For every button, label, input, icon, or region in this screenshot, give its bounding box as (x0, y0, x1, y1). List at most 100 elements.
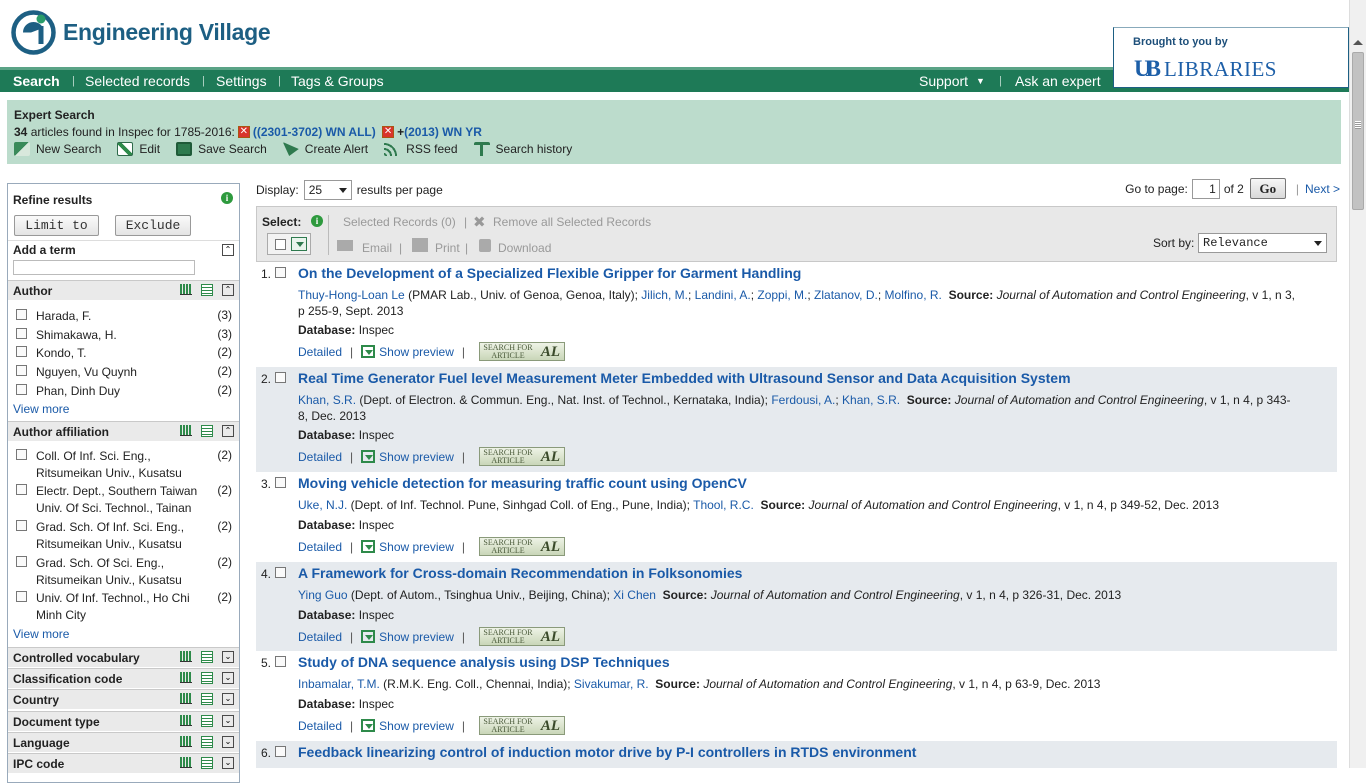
result-author[interactable]: Khan, S.R. (842, 393, 900, 407)
detailed-link[interactable]: Detailed (298, 630, 342, 644)
chart-icon[interactable] (180, 672, 192, 683)
chevron-down-icon[interactable] (291, 237, 307, 251)
result-checkbox[interactable] (275, 656, 286, 667)
export-table-icon[interactable] (201, 715, 213, 727)
view-more-affiliations-link[interactable]: View more (13, 627, 69, 641)
checkbox[interactable] (16, 484, 27, 495)
checkbox[interactable] (16, 449, 27, 460)
result-checkbox[interactable] (275, 267, 286, 278)
export-table-icon[interactable] (201, 693, 213, 705)
collapse-icon[interactable]: ⌃ (222, 425, 234, 437)
detailed-link[interactable]: Detailed (298, 450, 342, 464)
chart-icon[interactable] (180, 693, 192, 704)
result-author[interactable]: Ying Guo (298, 588, 348, 602)
go-button[interactable]: Go (1249, 178, 1286, 199)
result-author[interactable]: Uke, N.J. (298, 498, 347, 512)
collapse-icon[interactable]: ⌃ (222, 284, 234, 296)
email-link[interactable]: Email (362, 241, 392, 255)
expand-icon[interactable]: ⌄ (222, 736, 234, 748)
download-link[interactable]: Download (498, 241, 551, 255)
collapse-icon[interactable]: ⌃ (222, 244, 234, 256)
add-term-input[interactable] (13, 260, 195, 275)
result-author[interactable]: Thuy-Hong-Loan Le (298, 288, 405, 302)
nav-support[interactable]: Support ▼ (919, 73, 985, 89)
info-icon[interactable]: i (221, 192, 233, 204)
expand-icon[interactable]: ⌄ (222, 651, 234, 663)
page-scrollbar[interactable] (1349, 0, 1366, 768)
expand-icon[interactable]: ⌄ (222, 715, 234, 727)
checkbox[interactable] (16, 365, 27, 376)
checkbox[interactable] (16, 384, 27, 395)
query-term-1[interactable]: ((2301-3702) WN ALL) (253, 125, 376, 139)
result-author[interactable]: Molfino, R. (885, 288, 942, 302)
facet-country[interactable]: Country ⌄ (8, 689, 239, 709)
checkbox[interactable] (16, 309, 27, 320)
chart-icon[interactable] (180, 715, 192, 726)
result-checkbox[interactable] (275, 372, 286, 383)
export-table-icon[interactable] (201, 425, 213, 437)
selected-records-link[interactable]: Selected Records (0) (343, 215, 456, 229)
show-preview-link[interactable]: Show preview (379, 719, 454, 733)
nav-selected-records[interactable]: Selected records (85, 73, 190, 89)
result-author[interactable]: Inbamalar, T.M. (298, 677, 380, 691)
facet-controlled-vocabulary[interactable]: Controlled vocabulary ⌄ (8, 647, 239, 667)
detailed-link[interactable]: Detailed (298, 345, 342, 359)
page-number-input[interactable]: 1 (1191, 178, 1220, 199)
result-title[interactable]: Feedback linearizing control of inductio… (298, 744, 916, 760)
search-for-article-button[interactable]: SEARCH FOR ARTICLE AL (478, 537, 565, 556)
search-for-article-button[interactable]: SEARCH FOR ARTICLE AL (478, 627, 565, 646)
result-title[interactable]: A Framework for Cross-domain Recommendat… (298, 565, 742, 581)
facet-language[interactable]: Language ⌄ (8, 732, 239, 752)
result-author[interactable]: Khan, S.R. (298, 393, 356, 407)
chart-icon[interactable] (180, 425, 192, 436)
info-icon[interactable]: i (311, 215, 323, 227)
checkbox[interactable] (16, 328, 27, 339)
view-more-authors-link[interactable]: View more (13, 402, 69, 416)
select-all-dropdown[interactable] (267, 233, 311, 255)
export-table-icon[interactable] (201, 672, 213, 684)
print-link[interactable]: Print (435, 241, 460, 255)
next-page-link[interactable]: Next > (1305, 182, 1340, 196)
checkbox[interactable] (16, 556, 27, 567)
engineering-village-logo[interactable]: Engineering Village (11, 9, 271, 55)
result-title[interactable]: Real Time Generator Fuel level Measureme… (298, 370, 1071, 386)
ub-libraries-brand[interactable]: Brought to you by UB LIBRARIES (1113, 27, 1349, 88)
detailed-link[interactable]: Detailed (298, 540, 342, 554)
chart-icon[interactable] (180, 736, 192, 747)
export-table-icon[interactable] (201, 757, 213, 769)
scroll-up-icon[interactable] (1353, 40, 1363, 45)
export-table-icon[interactable] (201, 736, 213, 748)
nav-settings[interactable]: Settings (216, 73, 267, 89)
result-checkbox[interactable] (275, 567, 286, 578)
checkbox[interactable] (16, 346, 27, 357)
checkbox[interactable] (16, 591, 27, 602)
results-per-page-select[interactable]: 25 (303, 180, 352, 200)
nav-tags-groups[interactable]: Tags & Groups (291, 73, 384, 89)
create-alert-button[interactable]: Create Alert (282, 142, 368, 156)
facet-ipc-code[interactable]: IPC code ⌄ (8, 753, 239, 773)
result-author[interactable]: Zoppi, M. (757, 288, 807, 302)
expand-icon[interactable]: ⌄ (222, 693, 234, 705)
expand-icon[interactable]: ⌄ (222, 757, 234, 769)
result-author[interactable]: Thool, R.C. (693, 498, 754, 512)
result-author[interactable]: Ferdousi, A. (771, 393, 835, 407)
remove-all-selected-link[interactable]: Remove all Selected Records (493, 215, 651, 229)
facet-affiliation-header[interactable]: Author affiliation ⌃ (8, 421, 239, 441)
exclude-button[interactable]: Exclude (115, 215, 191, 236)
facet-author-header[interactable]: Author ⌃ (8, 280, 239, 300)
result-title[interactable]: Study of DNA sequence analysis using DSP… (298, 654, 670, 670)
save-search-button[interactable]: Save Search (176, 142, 267, 156)
result-checkbox[interactable] (275, 477, 286, 488)
search-for-article-button[interactable]: SEARCH FOR ARTICLE AL (478, 716, 565, 735)
expand-icon[interactable]: ⌄ (222, 672, 234, 684)
export-table-icon[interactable] (201, 651, 213, 663)
result-author[interactable]: Zlatanov, D. (814, 288, 878, 302)
nav-search[interactable]: Search (13, 73, 60, 89)
remove-query-icon[interactable]: ✕ (382, 126, 395, 138)
show-preview-link[interactable]: Show preview (379, 540, 454, 554)
sort-select[interactable]: Relevance (1198, 233, 1327, 253)
chart-icon[interactable] (180, 284, 192, 295)
result-author[interactable]: Jilich, M. (641, 288, 688, 302)
facet-document-type[interactable]: Document type ⌄ (8, 711, 239, 731)
show-preview-link[interactable]: Show preview (379, 630, 454, 644)
